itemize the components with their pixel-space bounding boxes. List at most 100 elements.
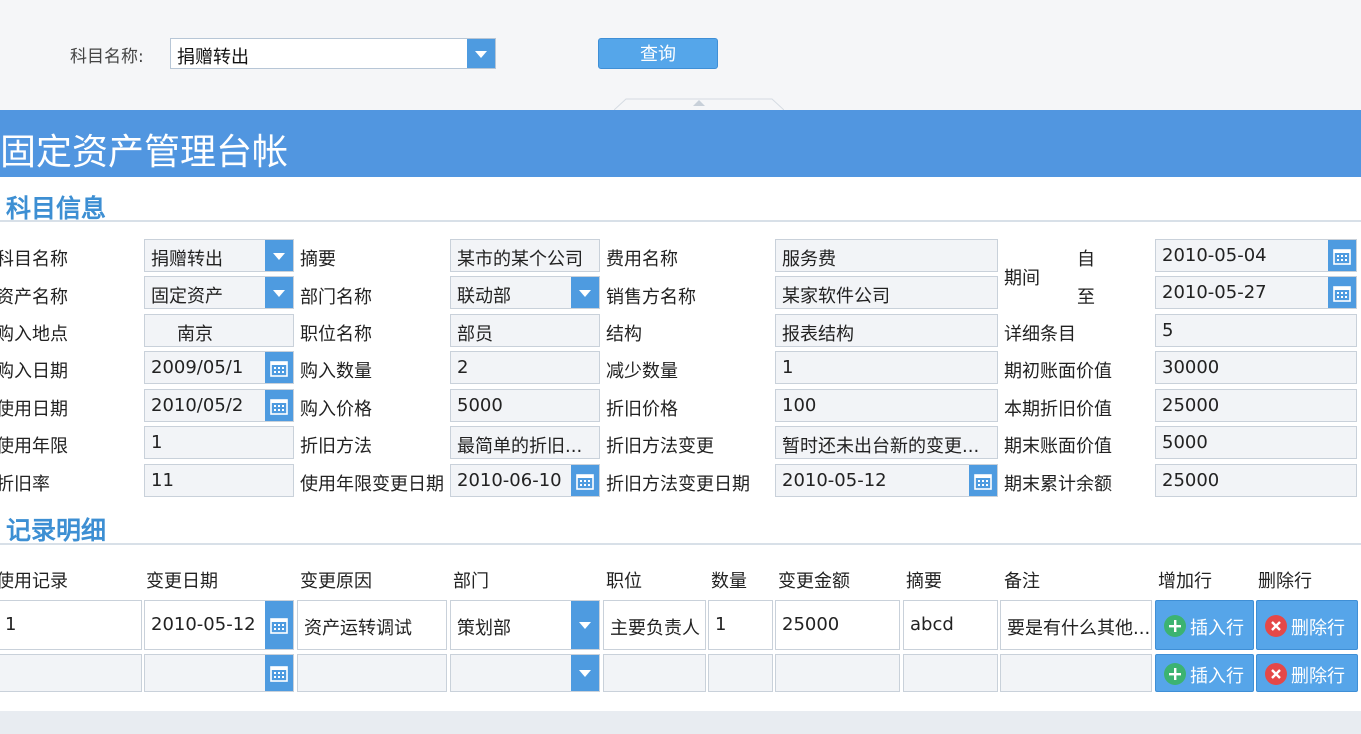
calendar-icon[interactable] bbox=[265, 601, 293, 649]
row2-insert-button[interactable]: 插入行 bbox=[1155, 654, 1254, 692]
row2-record-field[interactable] bbox=[0, 654, 142, 692]
row1-reason-field[interactable]: 资产运转调试 bbox=[297, 600, 447, 650]
depr-method-field[interactable]: 最简单的折旧... bbox=[450, 426, 600, 459]
depr-method-change-date-field[interactable]: 2010-05-12 bbox=[775, 464, 998, 497]
label-subject-name: 科目名称 bbox=[0, 249, 68, 270]
seller-name-field[interactable]: 某家软件公司 bbox=[775, 276, 998, 309]
row2-amount-field[interactable] bbox=[775, 654, 900, 692]
calendar-icon[interactable] bbox=[1328, 277, 1356, 308]
row2-remark-field[interactable] bbox=[1000, 654, 1152, 692]
dept-name-select[interactable]: 联动部 bbox=[450, 276, 600, 309]
use-years-change-date-field[interactable]: 2010-06-10 bbox=[450, 464, 600, 497]
col-header-record: 使用记录 bbox=[0, 571, 68, 592]
purchase-qty-field[interactable]: 2 bbox=[450, 351, 600, 384]
col-header-position: 职位 bbox=[606, 571, 642, 592]
section-title-records: 记录明细 bbox=[6, 516, 107, 545]
label-current-depr-value: 本期折旧价值 bbox=[1004, 399, 1112, 420]
col-header-amount: 变更金额 bbox=[778, 571, 850, 592]
row2-delete-button[interactable]: 删除行 bbox=[1256, 654, 1358, 692]
row2-summary-field[interactable] bbox=[903, 654, 998, 692]
label-use-years: 使用年限 bbox=[0, 436, 68, 457]
label-expense-name: 费用名称 bbox=[606, 249, 678, 270]
chevron-down-icon[interactable] bbox=[571, 601, 599, 649]
row1-date-field[interactable]: 2010-05-12 bbox=[144, 600, 294, 650]
section-divider bbox=[0, 220, 1361, 222]
label-position-name: 职位名称 bbox=[300, 324, 372, 345]
use-years-field[interactable]: 1 bbox=[144, 426, 294, 459]
calendar-icon[interactable] bbox=[969, 465, 997, 496]
row1-qty-field[interactable]: 1 bbox=[708, 600, 773, 650]
label-purchase-date: 购入日期 bbox=[0, 361, 68, 382]
col-header-change-date: 变更日期 bbox=[146, 571, 218, 592]
label-seller-name: 销售方名称 bbox=[606, 287, 696, 308]
label-use-years-change-date: 使用年限变更日期 bbox=[300, 474, 444, 495]
closing-book-value-field[interactable]: 5000 bbox=[1155, 426, 1357, 459]
depr-rate-field[interactable]: 11 bbox=[144, 464, 294, 497]
row1-record-field[interactable]: 1 bbox=[0, 600, 142, 650]
label-dept-name: 部门名称 bbox=[300, 287, 372, 308]
chevron-down-icon[interactable] bbox=[571, 277, 599, 308]
row1-delete-button[interactable]: 删除行 bbox=[1256, 600, 1358, 650]
col-header-dept: 部门 bbox=[453, 571, 489, 592]
period-from-field[interactable]: 2010-05-04 bbox=[1155, 239, 1357, 272]
depr-price-field[interactable]: 100 bbox=[775, 389, 998, 422]
chevron-down-icon[interactable] bbox=[265, 277, 293, 308]
expense-name-field[interactable]: 服务费 bbox=[775, 239, 998, 272]
label-summary: 摘要 bbox=[300, 249, 336, 270]
close-icon bbox=[1265, 615, 1287, 637]
depr-method-change-field[interactable]: 暂时还未出台新的变更... bbox=[775, 426, 998, 459]
asset-name-select[interactable]: 固定资产 bbox=[144, 276, 294, 309]
row1-dept-select[interactable]: 策划部 bbox=[450, 600, 600, 650]
summary-field[interactable]: 某市的某个公司 bbox=[450, 239, 600, 272]
query-subject-label: 科目名称: bbox=[70, 47, 144, 67]
label-closing-balance: 期末累计余额 bbox=[1004, 474, 1112, 495]
detail-items-field[interactable]: 5 bbox=[1155, 314, 1357, 347]
reduce-qty-field[interactable]: 1 bbox=[775, 351, 998, 384]
row2-dept-select[interactable] bbox=[450, 654, 600, 692]
row2-qty-field[interactable] bbox=[708, 654, 773, 692]
current-depr-value-field[interactable]: 25000 bbox=[1155, 389, 1357, 422]
label-period: 期间 bbox=[1004, 268, 1040, 289]
position-name-field[interactable]: 部员 bbox=[450, 314, 600, 347]
structure-field[interactable]: 报表结构 bbox=[775, 314, 998, 347]
label-structure: 结构 bbox=[606, 324, 642, 345]
chevron-down-icon[interactable] bbox=[265, 240, 293, 271]
row2-date-field[interactable] bbox=[144, 654, 294, 692]
query-button[interactable]: 查询 bbox=[598, 38, 718, 69]
label-depr-method-change: 折旧方法变更 bbox=[606, 436, 714, 457]
calendar-icon[interactable] bbox=[571, 465, 599, 496]
row1-summary-field[interactable]: abcd bbox=[903, 600, 998, 650]
label-purchase-qty: 购入数量 bbox=[300, 361, 372, 382]
label-purchase-price: 购入价格 bbox=[300, 399, 372, 420]
col-header-qty: 数量 bbox=[711, 571, 747, 592]
calendar-icon[interactable] bbox=[265, 352, 293, 383]
subject-name-select[interactable]: 捐赠转出 bbox=[144, 239, 294, 272]
period-to-field[interactable]: 2010-05-27 bbox=[1155, 276, 1357, 309]
row1-amount-field[interactable]: 25000 bbox=[775, 600, 900, 650]
col-header-change-reason: 变更原因 bbox=[300, 571, 372, 592]
label-use-date: 使用日期 bbox=[0, 399, 68, 420]
use-date-field[interactable]: 2010/05/2 bbox=[144, 389, 294, 422]
opening-book-value-field[interactable]: 30000 bbox=[1155, 351, 1357, 384]
query-subject-select[interactable]: 捐赠转出 bbox=[170, 38, 496, 69]
query-subject-value: 捐赠转出 bbox=[177, 47, 249, 68]
row1-insert-button[interactable]: 插入行 bbox=[1155, 600, 1254, 650]
calendar-icon[interactable] bbox=[1328, 240, 1356, 271]
col-header-remark: 备注 bbox=[1004, 571, 1040, 592]
chevron-down-icon[interactable] bbox=[571, 655, 599, 691]
chevron-down-icon[interactable] bbox=[467, 39, 495, 68]
calendar-icon[interactable] bbox=[265, 655, 293, 691]
collapse-handle[interactable] bbox=[614, 97, 784, 111]
label-depr-method: 折旧方法 bbox=[300, 436, 372, 457]
purchase-price-field[interactable]: 5000 bbox=[450, 389, 600, 422]
row2-reason-field[interactable] bbox=[297, 654, 447, 692]
row1-remark-field[interactable]: 要是有什么其他... bbox=[1000, 600, 1152, 650]
purchase-place-field[interactable]: 南京 bbox=[144, 314, 294, 347]
purchase-date-field[interactable]: 2009/05/1 bbox=[144, 351, 294, 384]
plus-icon bbox=[1164, 615, 1186, 637]
calendar-icon[interactable] bbox=[265, 390, 293, 421]
closing-balance-field[interactable]: 25000 bbox=[1155, 464, 1357, 497]
plus-icon bbox=[1164, 663, 1186, 685]
row2-position-field[interactable] bbox=[603, 654, 706, 692]
row1-position-field[interactable]: 主要负责人 bbox=[603, 600, 706, 650]
